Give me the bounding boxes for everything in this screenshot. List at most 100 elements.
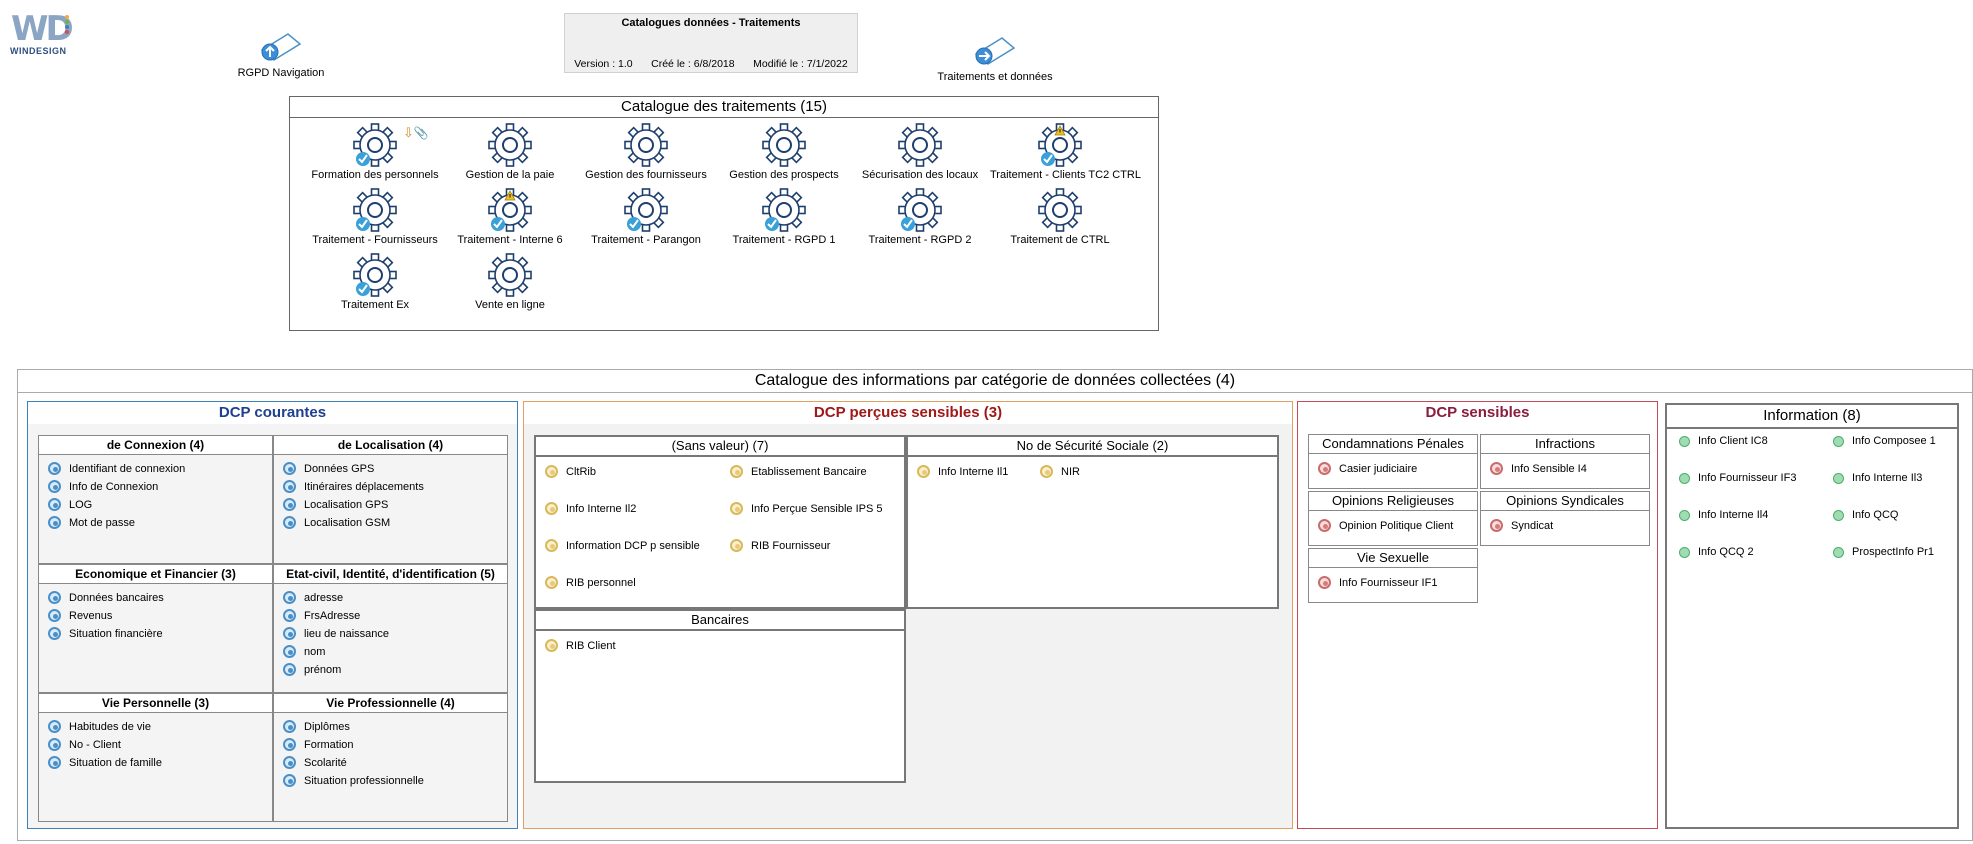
info-item[interactable]: Information DCP p sensible — [545, 539, 700, 552]
gear-icon — [488, 253, 532, 297]
info-item[interactable]: Info Composee 1 — [1833, 435, 1936, 447]
info-item-label: Syndicat — [1511, 519, 1554, 532]
logo-brand: WINDESIGN — [10, 46, 67, 56]
info-item[interactable]: Syndicat — [1490, 519, 1553, 532]
information-panel: Information (8) Info Client IC8 Info Comp… — [1665, 403, 1959, 829]
info-item[interactable]: Info de Connexion — [48, 480, 158, 493]
dcp-courantes-panel: DCP courantes de Connexion (4) Identifian… — [27, 401, 518, 829]
traitements-donnees-label: Traitements et données — [937, 71, 1053, 83]
info-item[interactable]: Données bancaires — [48, 591, 164, 604]
info-item[interactable]: Info QCQ 2 — [1679, 546, 1754, 558]
info-item-label: No - Client — [69, 738, 121, 751]
traitement-item[interactable]: Sécurisation des locaux — [850, 123, 990, 181]
info-item[interactable]: Casier judiciaire — [1318, 462, 1417, 475]
info-item[interactable]: prénom — [283, 663, 341, 676]
info-item[interactable]: Situation de famille — [48, 756, 162, 769]
info-item-label: lieu de naissance — [304, 627, 390, 640]
info-item[interactable]: Info Interne Il2 — [545, 502, 636, 515]
check-icon — [491, 217, 505, 231]
info-item[interactable]: adresse — [283, 591, 343, 604]
info-item[interactable]: Diplômes — [283, 720, 350, 733]
info-bullet-icon — [283, 720, 296, 733]
traitement-item[interactable]: Vente en ligne — [440, 253, 580, 311]
traitement-item[interactable]: Traitement - Parangon — [576, 188, 716, 246]
traitement-item[interactable]: Traitement - RGPD 2 — [850, 188, 990, 246]
info-item[interactable]: Info Interne Il4 — [1679, 509, 1768, 521]
traitements-donnees-link[interactable]: Traitements et données — [930, 34, 1060, 83]
info-item[interactable]: No - Client — [48, 738, 121, 751]
info-item[interactable]: nom — [283, 645, 325, 658]
rgpd-navigation-link[interactable]: RGPD Navigation — [226, 30, 336, 79]
info-item[interactable]: Info Sensible I4 — [1490, 462, 1587, 475]
group-title: Vie Sexuelle — [1309, 549, 1477, 568]
info-item[interactable]: Données GPS — [283, 462, 374, 475]
info-item[interactable]: Identifiant de connexion — [48, 462, 185, 475]
info-bullet-icon — [283, 645, 296, 658]
info-item[interactable]: Info Interne Il3 — [1833, 472, 1922, 484]
info-item[interactable]: RIB personnel — [545, 576, 636, 589]
info-item[interactable]: Info QCQ — [1833, 509, 1898, 521]
info-item[interactable]: Situation professionnelle — [283, 774, 424, 787]
info-item-label: FrsAdresse — [304, 609, 361, 622]
bancaires-group: Bancaires RIB Client — [534, 609, 906, 783]
gear-icon — [1038, 188, 1082, 232]
info-item[interactable]: Itinéraires déplacements — [283, 480, 424, 493]
traitement-item[interactable]: Traitement - Interne 6 — [440, 188, 580, 246]
traitement-item[interactable]: ⇩📎 Formation des personnels — [305, 123, 445, 181]
info-bullet-icon — [48, 609, 61, 622]
info-item[interactable]: Mot de passe — [48, 516, 135, 529]
info-item[interactable]: Localisation GSM — [283, 516, 390, 529]
page-title: Catalogues données - Traitements — [621, 17, 801, 29]
info-bullet-icon — [1679, 472, 1690, 484]
info-item[interactable]: Etablissement Bancaire — [730, 465, 867, 478]
dcp-percues-title: DCP perçues sensibles (3) — [524, 402, 1292, 424]
modified-label: Modifié le : 7/1/2022 — [753, 58, 848, 70]
info-item[interactable]: Info Perçue Sensible IPS 5 — [730, 502, 882, 515]
info-item[interactable]: NIR — [1040, 465, 1080, 478]
info-item[interactable]: Habitudes de vie — [48, 720, 151, 733]
traitement-item[interactable]: Gestion des fournisseurs — [576, 123, 716, 181]
info-bullet-icon — [1679, 546, 1690, 558]
info-item[interactable]: Info Fournisseur IF3 — [1679, 472, 1796, 484]
info-item[interactable]: Situation financière — [48, 627, 163, 640]
traitement-item[interactable]: Traitement de CTRL — [990, 188, 1130, 246]
traitement-label: Sécurisation des locaux — [861, 169, 979, 181]
info-item-label: Info Perçue Sensible IPS 5 — [751, 502, 883, 515]
dcp-sensibles-group: Condamnations Pénales Casier judiciaire — [1308, 434, 1478, 489]
info-item[interactable]: RIB Fournisseur — [730, 539, 830, 552]
info-bullet-icon — [48, 720, 61, 733]
traitement-label: Traitement - Fournisseurs — [312, 234, 438, 246]
info-item-label: Localisation GSM — [304, 516, 391, 529]
attachment-icon[interactable]: ⇩📎 — [403, 125, 429, 141]
info-bullet-icon — [283, 498, 296, 511]
info-item-label: Situation financière — [69, 627, 163, 640]
info-bullet-icon — [283, 756, 296, 769]
traitement-item[interactable]: Gestion des prospects — [714, 123, 854, 181]
info-item[interactable]: Opinion Politique Client — [1318, 519, 1453, 532]
info-item[interactable]: FrsAdresse — [283, 609, 360, 622]
info-item[interactable]: Info Client IC8 — [1679, 435, 1768, 447]
info-bullet-icon — [48, 498, 61, 511]
info-item[interactable]: LOG — [48, 498, 92, 511]
info-item[interactable]: CltRib — [545, 465, 596, 478]
info-item[interactable]: Formation — [283, 738, 354, 751]
traitement-label: Traitement - RGPD 2 — [868, 234, 972, 246]
info-item[interactable]: lieu de naissance — [283, 627, 389, 640]
info-item[interactable]: RIB Client — [545, 639, 616, 652]
traitement-label: Traitement - Clients TC2 CTRL — [990, 169, 1141, 181]
traitement-item[interactable]: Gestion de la paie — [440, 123, 580, 181]
traitement-item[interactable]: Traitement - RGPD 1 — [714, 188, 854, 246]
info-item-label: Information DCP p sensible — [566, 539, 700, 552]
traitement-item[interactable]: Traitement - Fournisseurs — [305, 188, 445, 246]
info-bullet-icon — [283, 663, 296, 676]
info-item[interactable]: Scolarité — [283, 756, 347, 769]
info-bullet-icon — [283, 774, 296, 787]
traitement-item[interactable]: Traitement Ex — [305, 253, 445, 311]
info-item[interactable]: Localisation GPS — [283, 498, 388, 511]
info-item[interactable]: Info Interne Il1 — [917, 465, 1008, 478]
info-item[interactable]: ProspectInfo Pr1 — [1833, 546, 1934, 558]
traitement-item[interactable]: Traitement - Clients TC2 CTRL — [990, 123, 1141, 181]
info-item-label: CltRib — [566, 465, 596, 478]
info-item[interactable]: Info Fournisseur IF1 — [1318, 576, 1437, 589]
info-item[interactable]: Revenus — [48, 609, 112, 622]
